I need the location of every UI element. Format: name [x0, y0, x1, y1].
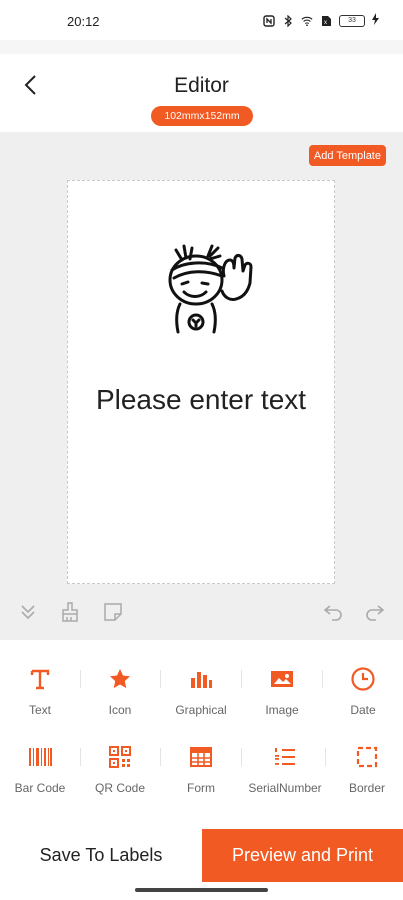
- tool-label: SerialNumber: [248, 781, 322, 795]
- status-icons: x 33: [263, 13, 379, 28]
- tool-label: Bar Code: [14, 781, 66, 795]
- divider: [241, 748, 242, 766]
- tool-label: Image: [265, 703, 299, 717]
- preview-and-print-button[interactable]: Preview and Print: [202, 829, 403, 882]
- save-to-labels-button[interactable]: Save To Labels: [0, 829, 202, 882]
- clock-icon: [323, 666, 403, 692]
- collapse-icon[interactable]: [16, 600, 40, 624]
- status-bar: 20:12 x 33: [0, 0, 403, 40]
- undo-icon[interactable]: [321, 600, 345, 624]
- tool-qr-code[interactable]: QR Code: [80, 744, 160, 795]
- tool-graphical[interactable]: Graphical: [161, 666, 241, 717]
- image-icon: [242, 666, 322, 692]
- tool-label: QR Code: [94, 781, 146, 795]
- charging-icon: [372, 13, 379, 28]
- dashed-border-icon: [327, 744, 403, 770]
- note-icon[interactable]: [101, 600, 125, 624]
- tool-label: Border: [348, 781, 386, 795]
- tool-icon[interactable]: Icon: [80, 666, 160, 717]
- tool-label: Graphical: [175, 703, 227, 717]
- text-icon: [0, 666, 80, 692]
- battery-icon: 33: [339, 14, 365, 27]
- home-indicator[interactable]: [135, 888, 268, 892]
- tool-label: Form: [187, 781, 215, 795]
- redo-icon[interactable]: [363, 600, 387, 624]
- tool-serial-number[interactable]: SerialNumber: [245, 744, 325, 795]
- tool-border[interactable]: Border: [327, 744, 403, 795]
- label-canvas[interactable]: Please enter text: [67, 180, 335, 584]
- bluetooth-icon: [282, 14, 294, 27]
- wifi-icon: [301, 15, 313, 27]
- divider: [325, 748, 326, 766]
- svg-text:x: x: [324, 20, 327, 26]
- canvas-area: Add Template Please enter text: [0, 132, 403, 640]
- canvas-toolbar: [0, 600, 403, 630]
- add-template-button[interactable]: Add Template: [308, 145, 386, 166]
- tool-text[interactable]: Text: [0, 666, 80, 717]
- brush-icon[interactable]: [58, 600, 82, 624]
- nfc-icon: [263, 14, 275, 27]
- tool-barcode[interactable]: Bar Code: [0, 744, 80, 795]
- page-title: Editor: [174, 74, 229, 97]
- tool-form[interactable]: Form: [161, 744, 241, 795]
- bar-chart-icon: [161, 666, 241, 692]
- sim-icon: x: [320, 15, 332, 27]
- battery-level: 33: [348, 17, 356, 24]
- star-icon: [80, 666, 160, 692]
- status-time: 20:12: [67, 14, 100, 29]
- element-toolbox: Text Icon Graphical Image Date Bar Code: [0, 640, 403, 826]
- barcode-icon: [0, 744, 80, 770]
- list-numbered-icon: [245, 744, 325, 770]
- table-icon: [161, 744, 241, 770]
- text-element[interactable]: Please enter text: [68, 384, 334, 416]
- tool-label: Icon: [108, 703, 132, 717]
- tool-image[interactable]: Image: [242, 666, 322, 717]
- tool-label: Date: [350, 703, 376, 717]
- status-spacer: [0, 40, 403, 54]
- sticker-illustration[interactable]: [162, 236, 268, 342]
- label-size-badge[interactable]: 102mmx152mm: [151, 106, 253, 126]
- header: Editor 102mmx152mm: [0, 54, 403, 132]
- qr-code-icon: [80, 744, 160, 770]
- tool-date[interactable]: Date: [323, 666, 403, 717]
- tool-label: Text: [28, 703, 51, 717]
